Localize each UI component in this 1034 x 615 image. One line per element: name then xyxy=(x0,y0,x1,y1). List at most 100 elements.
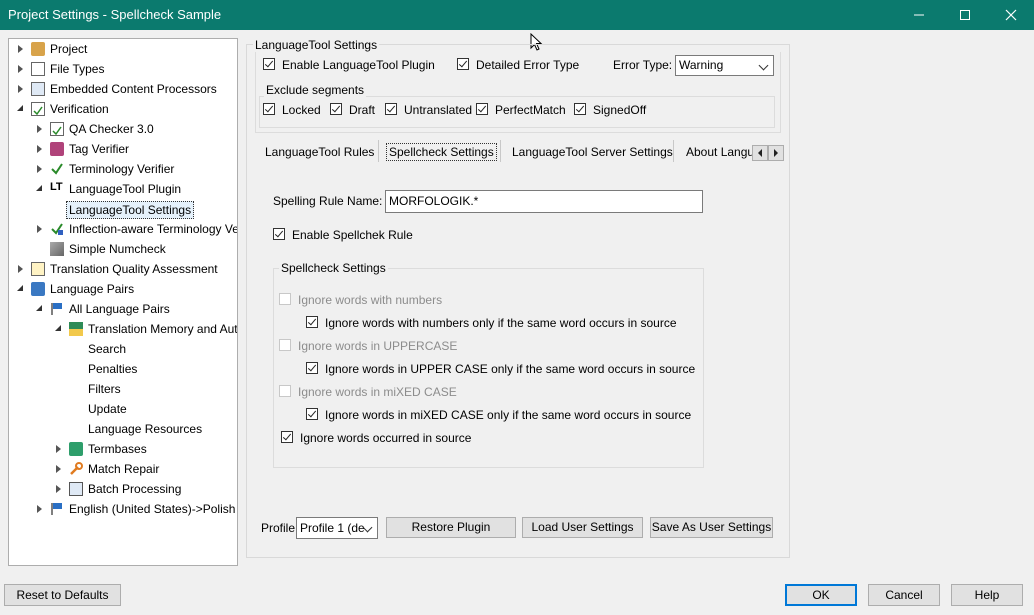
profile-select[interactable]: Profile 1 (de xyxy=(296,517,378,539)
reset-to-defaults-button[interactable]: Reset to Defaults xyxy=(4,584,121,606)
exclude-locked-label: Locked xyxy=(282,103,321,117)
tree-item-filters[interactable]: Filters xyxy=(9,379,237,399)
chevron-down-icon xyxy=(758,60,769,71)
tree-item-verification[interactable]: Verification xyxy=(9,99,237,119)
tab-languagetool-rules[interactable]: LanguageTool Rules xyxy=(265,145,374,159)
tree-item-search[interactable]: Search xyxy=(9,339,237,359)
help-button[interactable]: Help xyxy=(951,584,1023,606)
ignore-uppercase-source-checkbox[interactable] xyxy=(306,362,318,374)
verification-icon xyxy=(31,102,45,116)
quality-assessment-icon xyxy=(31,262,45,276)
error-type-label: Error Type: xyxy=(613,58,673,72)
tree-item-language-resources[interactable]: Language Resources xyxy=(9,419,237,439)
flag-icon xyxy=(50,302,64,316)
window-title: Project Settings - Spellcheck Sample xyxy=(8,7,222,22)
tree-item-batch-processing[interactable]: Batch Processing xyxy=(9,479,237,499)
settings-tree[interactable]: Project File Types Embedded Content Proc… xyxy=(8,38,238,566)
cancel-button[interactable]: Cancel xyxy=(868,584,940,606)
collapse-arrow-icon[interactable] xyxy=(17,285,23,291)
tree-item-terminology-verifier[interactable]: Terminology Verifier xyxy=(9,159,237,179)
collapse-arrow-icon[interactable] xyxy=(36,305,42,311)
ignore-source-words-checkbox[interactable] xyxy=(281,431,293,443)
exclude-perfectmatch-checkbox[interactable] xyxy=(476,103,488,115)
expand-arrow-icon[interactable] xyxy=(18,265,23,273)
enable-spellcheck-rule-checkbox[interactable] xyxy=(273,228,285,240)
tree-item-penalties[interactable]: Penalties xyxy=(9,359,237,379)
restore-plugin-button[interactable]: Restore Plugin xyxy=(386,517,516,538)
tree-item-project[interactable]: Project xyxy=(9,39,237,59)
tree-item-qa-checker[interactable]: QA Checker 3.0 xyxy=(9,119,237,139)
tree-item-languagetool-plugin[interactable]: LT LanguageTool Plugin xyxy=(9,179,237,199)
close-icon xyxy=(1005,9,1017,21)
tab-spellcheck-settings[interactable]: Spellcheck Settings xyxy=(386,143,497,161)
spellcheck-settings-title: Spellcheck Settings xyxy=(279,261,388,275)
tree-item-inflection-verifier[interactable]: Inflection-aware Terminology Ver xyxy=(9,219,237,239)
ignore-mixedcase-source-checkbox[interactable] xyxy=(306,408,318,420)
profile-label: Profile: xyxy=(261,521,299,535)
expand-arrow-icon[interactable] xyxy=(37,145,42,153)
exclude-signedoff-checkbox[interactable] xyxy=(574,103,586,115)
expand-arrow-icon[interactable] xyxy=(37,165,42,173)
expand-arrow-icon[interactable] xyxy=(56,485,61,493)
project-icon xyxy=(31,42,45,56)
tree-item-all-language-pairs[interactable]: All Language Pairs xyxy=(9,299,237,319)
expand-arrow-icon[interactable] xyxy=(37,225,42,233)
collapse-arrow-icon[interactable] xyxy=(17,105,23,111)
exclude-untranslated-checkbox[interactable] xyxy=(385,103,397,115)
tree-item-termbases[interactable]: Termbases xyxy=(9,439,237,459)
load-user-settings-button[interactable]: Load User Settings xyxy=(522,517,643,538)
tab-scroll-right-button[interactable] xyxy=(768,145,784,161)
close-button[interactable] xyxy=(988,0,1034,30)
tree-item-languagetool-settings[interactable]: LanguageTool Settings xyxy=(9,199,237,219)
minimize-button[interactable] xyxy=(896,0,942,30)
tree-item-tm-automated[interactable]: Translation Memory and Auto xyxy=(9,319,237,339)
tree-item-file-types[interactable]: File Types xyxy=(9,59,237,79)
numcheck-icon xyxy=(50,242,64,256)
ignore-numbers-checkbox[interactable] xyxy=(279,293,291,305)
ignore-mixedcase-checkbox[interactable] xyxy=(279,385,291,397)
tree-item-tag-verifier[interactable]: Tag Verifier xyxy=(9,139,237,159)
tree-item-tqa[interactable]: Translation Quality Assessment xyxy=(9,259,237,279)
expand-arrow-icon[interactable] xyxy=(56,465,61,473)
tree-item-match-repair[interactable]: Match Repair xyxy=(9,459,237,479)
tab-about[interactable]: About Langu xyxy=(686,145,752,159)
save-user-settings-button[interactable]: Save As User Settings xyxy=(650,517,773,538)
tree-item-embedded-content[interactable]: Embedded Content Processors xyxy=(9,79,237,99)
ok-button[interactable]: OK xyxy=(785,584,857,606)
exclude-locked-checkbox[interactable] xyxy=(263,103,275,115)
collapse-arrow-icon[interactable] xyxy=(36,185,42,191)
terminology-check-icon xyxy=(50,162,64,176)
title-bar: Project Settings - Spellcheck Sample xyxy=(0,0,1034,30)
exclude-draft-checkbox[interactable] xyxy=(330,103,342,115)
collapse-arrow-icon[interactable] xyxy=(55,325,61,331)
expand-arrow-icon[interactable] xyxy=(18,85,23,93)
tab-server-settings[interactable]: LanguageTool Server Settings xyxy=(512,145,673,159)
ignore-mixedcase-source-label: Ignore words in miXED CASE only if the s… xyxy=(325,408,692,422)
exclude-draft-label: Draft xyxy=(349,103,376,117)
checklist-icon xyxy=(50,122,64,136)
ignore-numbers-source-label: Ignore words with numbers only if the sa… xyxy=(325,316,677,330)
minimize-icon xyxy=(914,14,924,16)
tree-item-language-pairs[interactable]: Language Pairs xyxy=(9,279,237,299)
detailed-error-label: Detailed Error Type xyxy=(476,58,580,72)
expand-arrow-icon[interactable] xyxy=(18,65,23,73)
tree-item-english-polish[interactable]: English (United States)->Polish (P xyxy=(9,499,237,519)
languagetool-logo-icon: LT xyxy=(50,181,63,193)
expand-arrow-icon[interactable] xyxy=(37,505,42,513)
expand-arrow-icon[interactable] xyxy=(37,125,42,133)
tree-item-simple-numcheck[interactable]: Simple Numcheck xyxy=(9,239,237,259)
error-type-select[interactable]: Warning xyxy=(675,55,774,76)
wrench-icon xyxy=(69,462,83,476)
detailed-error-checkbox[interactable] xyxy=(457,58,469,70)
maximize-button[interactable] xyxy=(942,0,988,30)
tab-scroll-left-button[interactable] xyxy=(752,145,768,161)
enable-plugin-checkbox[interactable] xyxy=(263,58,275,70)
inflection-check-icon xyxy=(50,222,64,236)
expand-arrow-icon[interactable] xyxy=(56,445,61,453)
tree-item-update[interactable]: Update xyxy=(9,399,237,419)
spelling-rule-name-input[interactable]: MORFOLOGIK.* xyxy=(385,190,703,213)
expand-arrow-icon[interactable] xyxy=(18,45,23,53)
ignore-numbers-source-checkbox[interactable] xyxy=(306,316,318,328)
ignore-uppercase-checkbox[interactable] xyxy=(279,339,291,351)
tab-divider xyxy=(378,140,379,162)
